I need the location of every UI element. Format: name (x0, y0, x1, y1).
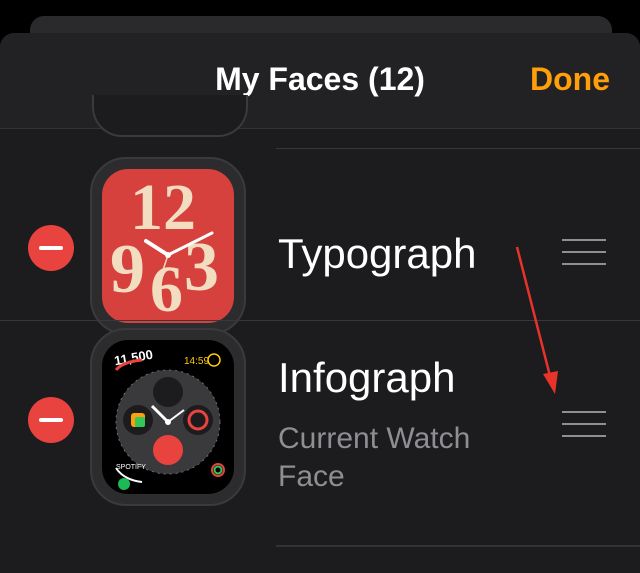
typograph-name: Typograph (278, 230, 477, 277)
current-face-label: Current Watch Face (278, 422, 471, 493)
handle-line (562, 239, 606, 241)
handle-line (562, 263, 606, 265)
row-divider (0, 320, 640, 321)
handle-line (562, 411, 606, 413)
delete-infograph-button[interactable] (28, 397, 74, 443)
reorder-handle-infograph[interactable] (562, 411, 606, 437)
infograph-name: Infograph (278, 354, 456, 401)
delete-typograph-button[interactable] (28, 225, 74, 271)
music-complication: SPOTIFY (116, 464, 146, 471)
handle-line (562, 423, 606, 425)
clock-hands-icon (144, 231, 214, 292)
row-divider (276, 545, 640, 547)
reorder-handle-typograph[interactable] (562, 239, 606, 265)
typograph-face: 12 9 6 3 (102, 169, 234, 323)
done-button[interactable]: Done (530, 61, 610, 98)
list-item[interactable]: 11,500 14:59 SPOTIFY Infograph Current W… (0, 322, 640, 522)
list-item[interactable]: 12 9 6 3 Typograph (0, 150, 640, 335)
infograph-thumbnail[interactable]: 11,500 14:59 SPOTIFY (90, 328, 246, 506)
previous-watch-face-thumbnail (92, 95, 248, 137)
handle-line (562, 251, 606, 253)
handle-line (562, 435, 606, 437)
infograph-face: 11,500 14:59 SPOTIFY (102, 340, 234, 494)
row-divider (276, 148, 640, 149)
typograph-thumbnail[interactable]: 12 9 6 3 (90, 157, 246, 335)
